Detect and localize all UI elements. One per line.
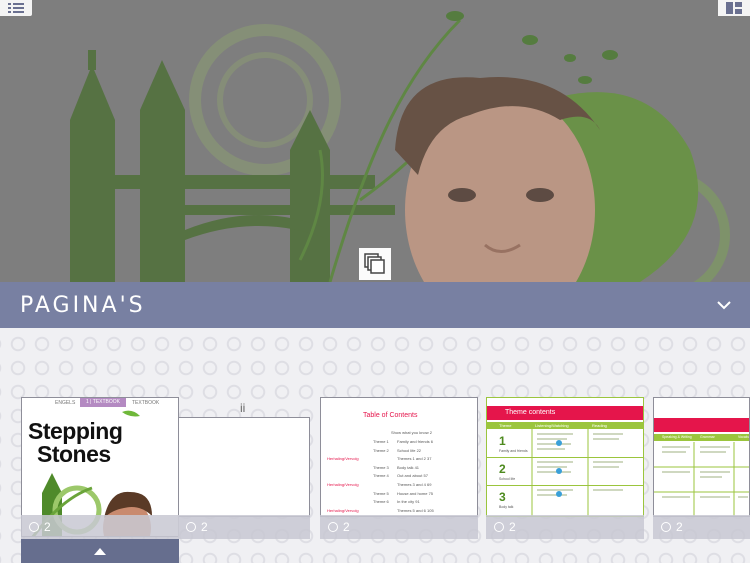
page-select[interactable]: 2 xyxy=(21,515,179,539)
chevron-down-icon[interactable] xyxy=(714,295,734,315)
page-select[interactable]: 2 xyxy=(653,515,750,539)
page-select[interactable]: 2 xyxy=(486,515,644,539)
table-col: Grammar xyxy=(700,435,715,439)
page-thumbnail[interactable]: Speaking & Writing Grammar Vocabu xyxy=(653,397,750,517)
caret-up-icon xyxy=(94,547,106,555)
list-icon xyxy=(8,3,24,13)
collapse-button[interactable] xyxy=(21,539,179,563)
page-select[interactable]: 2 xyxy=(178,515,310,539)
toc-row: Theme 5 House and home 75 xyxy=(373,490,434,496)
toc-row: Theme 2 School life 22 xyxy=(373,447,422,453)
cover-photo xyxy=(0,0,750,282)
annotation-count: 2 xyxy=(343,520,350,534)
page-thumbnail[interactable]: Theme contents Theme Listening/Watching … xyxy=(486,397,644,517)
copy-pages-button[interactable] xyxy=(359,248,391,280)
table-col: Speaking & Writing xyxy=(662,435,692,439)
table-lines xyxy=(654,442,749,516)
theme-col: Listening/Watching xyxy=(535,423,569,428)
toc-row: Theme 6 In the city 91 xyxy=(373,499,420,505)
annotation-count: 2 xyxy=(201,520,208,534)
layout-button[interactable] xyxy=(718,0,750,16)
radio-circle-icon xyxy=(494,522,504,532)
annotation-count: 2 xyxy=(676,520,683,534)
toc-row: Herhaling/Vervolg Themes 1 and 2 37 xyxy=(327,456,432,462)
page-thumbnail[interactable] xyxy=(178,417,310,517)
radio-circle-icon xyxy=(186,522,196,532)
toc-intro: Show what you know 2 xyxy=(391,430,432,435)
toc-row: Theme 4 Out and about 57 xyxy=(373,473,428,479)
copy-icon xyxy=(364,253,385,274)
toc-heading: Table of Contents xyxy=(363,412,418,419)
theme-col: Theme xyxy=(499,423,512,428)
annotation-count: 2 xyxy=(509,520,516,534)
table-band xyxy=(654,418,749,432)
menu-button[interactable] xyxy=(0,0,32,16)
toc-row: Herhaling/Vervolg Themes 3 and 4 69 xyxy=(327,481,432,487)
toc-row: Theme 1 Family and friends 6 xyxy=(373,439,434,444)
annotation-count: 2 xyxy=(44,520,51,534)
page-select[interactable]: 2 xyxy=(320,515,478,539)
theme-heading: Theme contents xyxy=(487,406,643,420)
hero-image xyxy=(0,0,750,282)
pages-section-header[interactable]: PAGINA'S xyxy=(0,282,750,328)
table-col: Vocabu xyxy=(738,435,750,439)
page-thumbnail[interactable]: Table of Contents Show what you know 2 T… xyxy=(320,397,478,517)
radio-circle-icon xyxy=(661,522,671,532)
radio-circle-icon xyxy=(328,522,338,532)
toc-list: Theme 1 Family and friends 6 Theme 2 Schoo… xyxy=(327,438,475,515)
grid-layout-icon xyxy=(726,2,742,14)
page-label: ii xyxy=(240,401,246,415)
radio-circle-icon xyxy=(29,522,39,532)
theme-col: Reading xyxy=(592,423,607,428)
section-title: PAGINA'S xyxy=(20,292,146,318)
theme-grid-lines xyxy=(531,429,623,516)
toc-row: Theme 3 Body talk 41 xyxy=(373,464,420,470)
